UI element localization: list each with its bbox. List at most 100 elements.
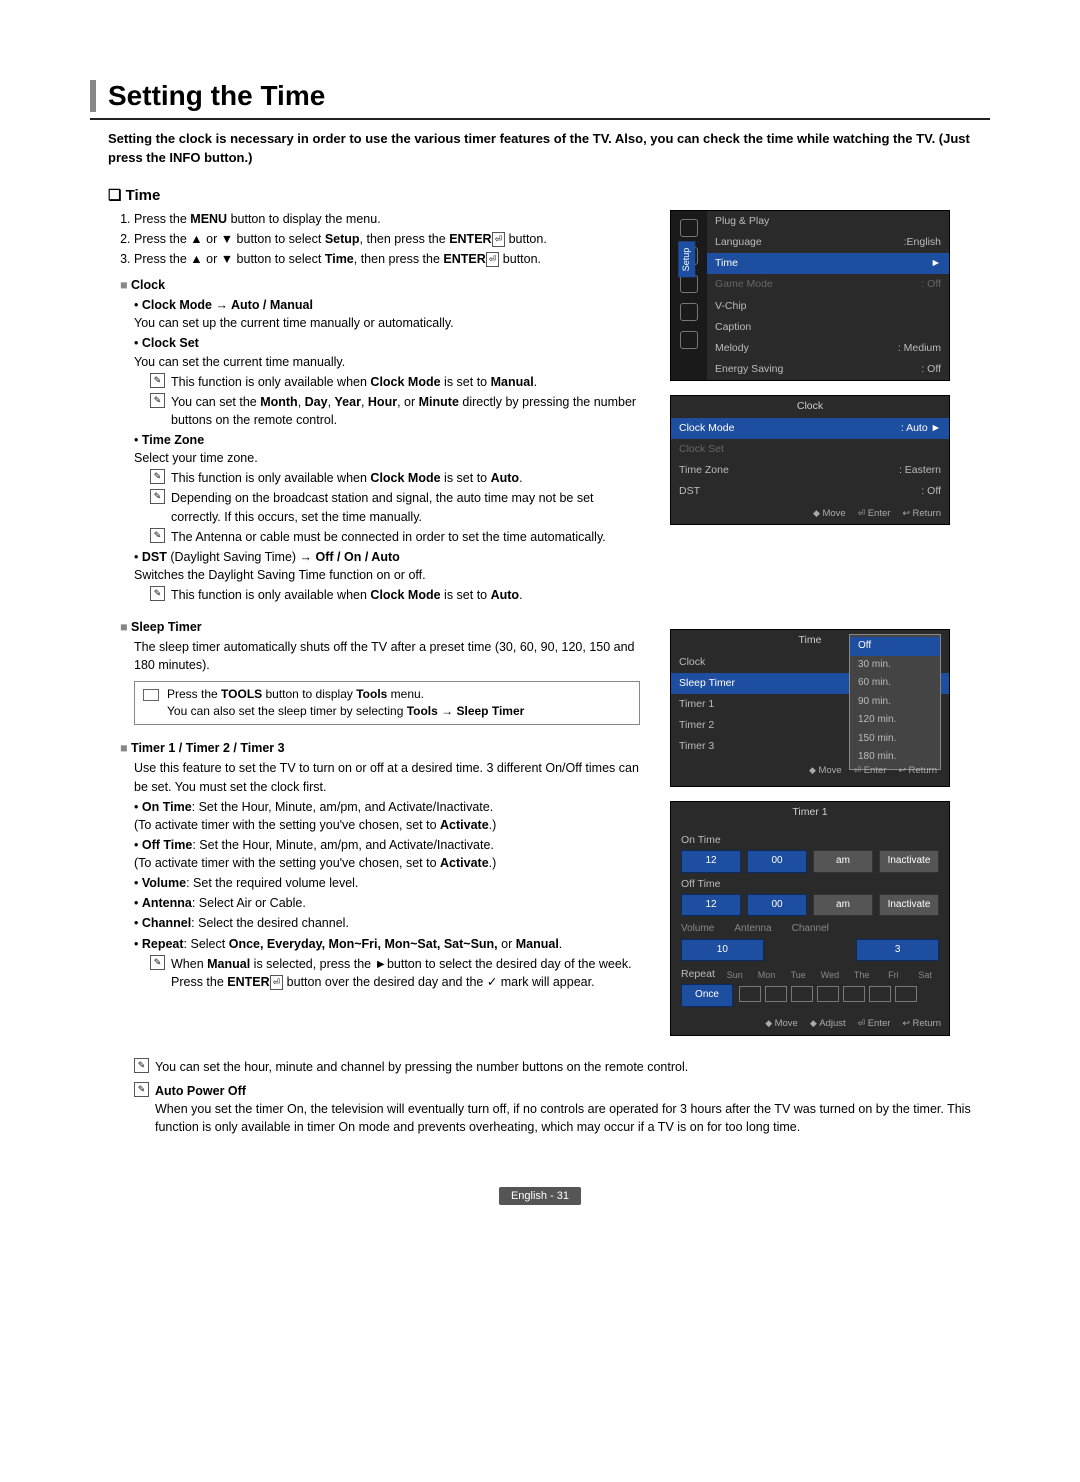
- sleep-option: 60 min.: [850, 674, 940, 693]
- day-label: Sat: [911, 969, 939, 982]
- sleep-option: 90 min.: [850, 693, 940, 712]
- volume: Volume: Set the required volume level.: [134, 874, 640, 892]
- sleep-heading: Sleep Timer: [120, 618, 640, 636]
- foot-adjust: Adjust: [810, 1017, 846, 1031]
- application-icon: [680, 303, 698, 321]
- osd-row: Caption: [707, 317, 949, 338]
- timer-cell: Inactivate: [879, 894, 939, 917]
- number-note: ✎You can set the hour, minute and channe…: [134, 1058, 990, 1076]
- step-3: Press the ▲ or ▼ button to select Time, …: [134, 250, 640, 268]
- day-checkbox: [739, 986, 761, 1002]
- osd-row: Energy Saving: Off: [707, 359, 949, 380]
- day-label: Fri: [880, 969, 908, 982]
- antenna: Antenna: Select Air or Cable.: [134, 894, 640, 912]
- osd-timer1-title: Timer 1: [671, 802, 949, 823]
- day-label: Mon: [753, 969, 781, 982]
- osd-row: Melody: Medium: [707, 338, 949, 359]
- osd-row: Time Zone: Eastern: [671, 460, 949, 481]
- osd-setup-tab: Setup: [678, 241, 695, 277]
- day-checkbox: [895, 986, 917, 1002]
- picture-icon: [680, 219, 698, 237]
- sleep-option: Off: [850, 637, 940, 656]
- title-rule: [90, 118, 990, 120]
- ontime: On Time: Set the Hour, Minute, am/pm, an…: [134, 798, 640, 834]
- day-checkbox: [869, 986, 891, 1002]
- page-title: Setting the Time: [108, 80, 990, 112]
- timer-cell: 12: [681, 850, 741, 873]
- day-label: Wed: [816, 969, 844, 982]
- right-column: Setup Plug & PlayLanguage:EnglishTime ►G…: [670, 210, 950, 1050]
- osd-row: Clock Set: [671, 439, 949, 460]
- clock-mode: Clock Mode → Auto / ManualYou can set up…: [134, 296, 640, 332]
- section-time: Time: [108, 186, 990, 204]
- ch-value: 3: [856, 939, 939, 962]
- clock-set: Clock SetYou can set the current time ma…: [134, 334, 640, 370]
- foot-move: Move: [813, 507, 846, 521]
- day-checkbox: [765, 986, 787, 1002]
- time-zone: Time ZoneSelect your time zone.: [134, 431, 640, 467]
- timers-text: Use this feature to set the TV to turn o…: [134, 759, 640, 795]
- foot-return: Return: [902, 1017, 941, 1031]
- foot-enter: Enter: [858, 1017, 891, 1031]
- step-2: Press the ▲ or ▼ button to select Setup,…: [134, 230, 640, 248]
- day-label: Sun: [721, 969, 749, 982]
- tz-note2: ✎Depending on the broadcast station and …: [150, 489, 640, 525]
- osd-row: Time ►: [707, 253, 949, 274]
- day-checkbox: [791, 986, 813, 1002]
- sleep-option: 30 min.: [850, 656, 940, 675]
- osd-time: Time ClockSleep Timer ►Timer 1Timer 2Tim…: [670, 629, 950, 786]
- clock-set-note2: ✎You can set the Month, Day, Year, Hour,…: [150, 393, 640, 429]
- day-checkbox: [817, 986, 839, 1002]
- tz-note1: ✎This function is only available when Cl…: [150, 469, 640, 487]
- sleep-text: The sleep timer automatically shuts off …: [134, 638, 640, 674]
- left-column: Press the MENU button to display the men…: [120, 210, 640, 1050]
- auto-power-off: ✎Auto Power OffWhen you set the timer On…: [134, 1082, 990, 1136]
- vol-label: Volume: [681, 922, 714, 937]
- sleep-option: 150 min.: [850, 730, 940, 749]
- ant-label: Antenna: [734, 922, 771, 937]
- dst-note1: ✎This function is only available when Cl…: [150, 586, 640, 604]
- ch-label: Channel: [792, 922, 829, 937]
- osd-timer1: Timer 1 On Time 12 00 am Inactivate Off Tim…: [670, 801, 950, 1036]
- tools-icon: [143, 689, 159, 701]
- foot-return: Return: [902, 507, 941, 521]
- on-time-label: On Time: [681, 833, 939, 848]
- timer-cell: am: [813, 850, 873, 873]
- day-label: The: [848, 969, 876, 982]
- osd-row: Clock Mode: Auto ►: [671, 418, 949, 439]
- timer-cell: 00: [747, 850, 807, 873]
- repeat: Repeat: Select Once, Everyday, Mon~Fri, …: [134, 935, 640, 953]
- osd-row: V-Chip: [707, 296, 949, 317]
- support-icon: [680, 331, 698, 349]
- timer-cell: Inactivate: [879, 850, 939, 873]
- timers-heading: Timer 1 / Timer 2 / Timer 3: [120, 739, 640, 757]
- osd-clock-title: Clock: [671, 396, 949, 417]
- step-1: Press the MENU button to display the men…: [134, 210, 640, 228]
- clock-set-note1: ✎This function is only available when Cl…: [150, 373, 640, 391]
- off-time-label: Off Time: [681, 877, 939, 892]
- foot-move: Move: [765, 1017, 798, 1031]
- foot-enter: Enter: [854, 764, 887, 778]
- foot-enter: Enter: [858, 507, 891, 521]
- repeat-value: Once: [681, 984, 733, 1007]
- foot-return: Return: [898, 764, 937, 778]
- clock-heading: Clock: [120, 276, 640, 294]
- foot-move: Move: [809, 764, 842, 778]
- tools-tip: Press the TOOLS button to display Tools …: [134, 681, 640, 726]
- timer-cell: 00: [747, 894, 807, 917]
- intro-text: Setting the clock is necessary in order …: [108, 130, 990, 168]
- vol-value: 10: [681, 939, 764, 962]
- osd-row: DST: Off: [671, 481, 949, 502]
- osd-row: Game Mode: Off: [707, 274, 949, 295]
- channel: Channel: Select the desired channel.: [134, 914, 640, 932]
- tz-note3: ✎The Antenna or cable must be connected …: [150, 528, 640, 546]
- repeat-note: ✎When Manual is selected, press the ►but…: [150, 955, 640, 991]
- osd-clock: Clock Clock Mode: Auto ►Clock SetTime Zo…: [670, 395, 950, 525]
- timer-cell: 12: [681, 894, 741, 917]
- sleep-option: 120 min.: [850, 711, 940, 730]
- timer-cell: am: [813, 894, 873, 917]
- dst: DST (Daylight Saving Time) → Off / On / …: [134, 548, 640, 584]
- repeat-label: Repeat: [681, 967, 715, 982]
- page-footer: English - 31: [90, 1186, 990, 1204]
- input-icon: [680, 275, 698, 293]
